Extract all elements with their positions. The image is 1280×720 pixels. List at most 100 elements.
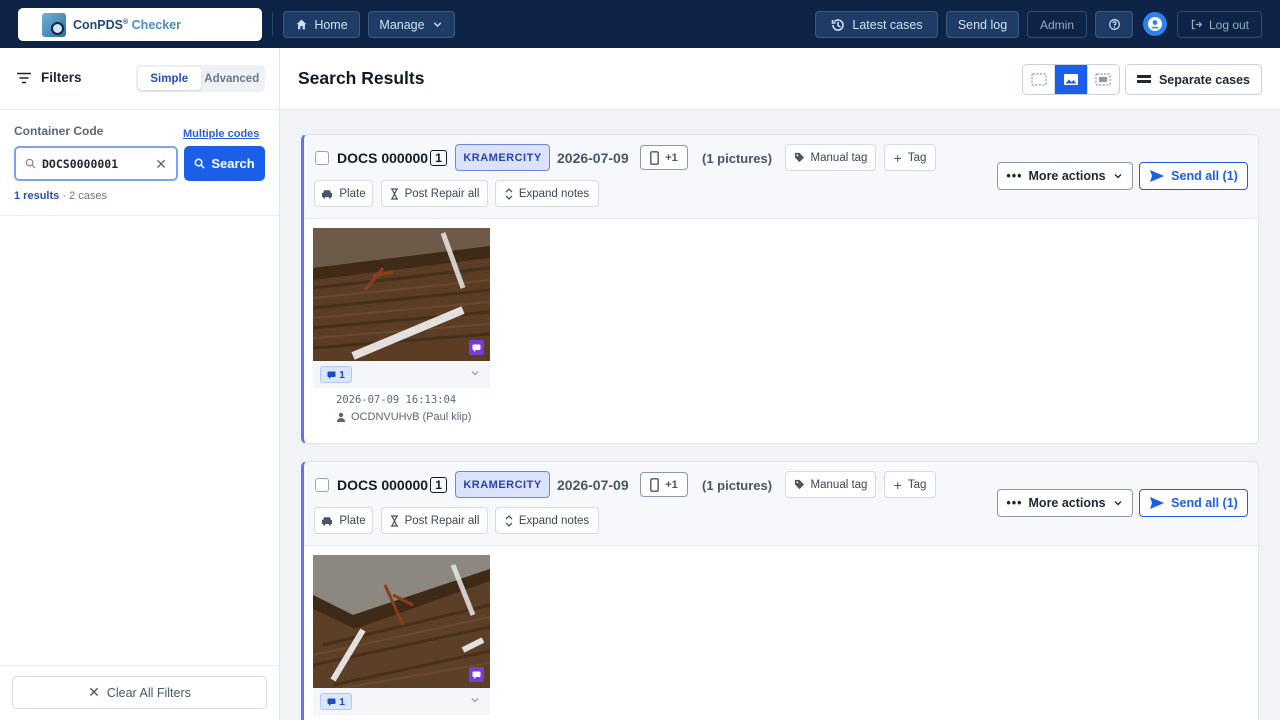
- case-card-header: DOCS 000000 1 KRAMERCITY 2026-07-09 +1 (…: [304, 135, 1258, 219]
- logout-button[interactable]: Log out: [1177, 11, 1262, 38]
- case-photo[interactable]: [313, 228, 490, 361]
- notes-count-pill[interactable]: 1: [320, 693, 352, 710]
- case-photo[interactable]: [313, 555, 490, 688]
- separate-cases-button[interactable]: Separate cases: [1125, 64, 1262, 95]
- history-icon: [832, 18, 845, 31]
- device-count: +1: [665, 478, 678, 491]
- mode-simple-tab[interactable]: Simple: [138, 67, 201, 90]
- latest-cases-label: Latest cases: [852, 17, 923, 32]
- add-tag-button[interactable]: + Tag: [884, 144, 936, 171]
- sidebar-footer: ✕ Clear All Filters: [0, 665, 279, 720]
- manual-tag-label: Manual tag: [810, 151, 868, 164]
- multiple-codes-link[interactable]: Multiple codes: [183, 128, 259, 140]
- manual-tag-button[interactable]: Manual tag: [785, 471, 876, 498]
- separate-cases-label: Separate cases: [1158, 72, 1251, 87]
- filters-header: Filters Simple Advanced: [0, 48, 279, 110]
- clear-input-icon[interactable]: ✕: [155, 156, 167, 173]
- case-card: DOCS 000000 1 KRAMERCITY 2026-07-09 +1 (…: [301, 134, 1259, 444]
- device-chip[interactable]: +1: [640, 472, 688, 497]
- city-tag[interactable]: KRAMERCITY: [455, 471, 550, 498]
- app-logo[interactable]: ConPDS® Checker: [18, 8, 262, 41]
- home-button[interactable]: Home: [283, 11, 360, 38]
- view-images-button[interactable]: [1055, 65, 1088, 94]
- filters-title-label: Filters: [41, 70, 82, 85]
- tag-icon: [794, 479, 804, 490]
- user-avatar[interactable]: [1143, 12, 1167, 36]
- city-tag[interactable]: KRAMERCITY: [455, 144, 550, 171]
- more-actions-button[interactable]: ••• More actions: [997, 489, 1133, 517]
- plate-button[interactable]: Plate: [314, 507, 373, 534]
- chevron-down-icon: [1114, 501, 1122, 506]
- search-icon: [25, 158, 36, 169]
- container-code-input[interactable]: [42, 156, 142, 171]
- hourglass-icon: [390, 187, 398, 200]
- plus-icon: +: [893, 476, 902, 493]
- logo-mark-icon: [42, 12, 66, 37]
- send-all-label: Send all (1): [1171, 169, 1238, 183]
- sidebar-divider: [0, 215, 279, 216]
- top-bar: ConPDS® Checker Home Manage Latest cases…: [0, 0, 1280, 48]
- device-chip[interactable]: +1: [640, 145, 688, 170]
- results-scrollbar[interactable]: [1270, 110, 1280, 720]
- admin-label: Admin: [1039, 17, 1074, 32]
- chevron-down-icon[interactable]: [469, 694, 481, 706]
- case-card: DOCS 000000 1 KRAMERCITY 2026-07-09 +1 (…: [301, 461, 1259, 720]
- comment-badge-icon: [469, 667, 484, 682]
- send-log-button[interactable]: Send log: [946, 11, 1019, 38]
- case-code-check-digit: 1: [430, 150, 448, 166]
- expand-notes-button[interactable]: Expand notes: [495, 180, 599, 207]
- container-code-search-field[interactable]: ✕: [14, 146, 178, 181]
- admin-button[interactable]: Admin: [1027, 11, 1087, 38]
- latest-cases-button[interactable]: Latest cases: [815, 11, 938, 38]
- rusty-wood-photo: [313, 228, 490, 361]
- manage-label: Manage: [379, 17, 425, 32]
- filter-mode-toggle: Simple Advanced: [136, 65, 265, 92]
- clear-all-label: Clear All Filters: [106, 685, 191, 700]
- add-tag-button[interactable]: + Tag: [884, 471, 936, 498]
- separator-icon: [1136, 74, 1151, 83]
- device-count: +1: [665, 151, 678, 164]
- view-compact-button[interactable]: [1023, 65, 1056, 94]
- mode-advanced-tab[interactable]: Advanced: [201, 67, 264, 90]
- help-button[interactable]: [1095, 11, 1133, 38]
- send-all-button[interactable]: Send all (1): [1139, 162, 1248, 190]
- expand-notes-button[interactable]: Expand notes: [495, 507, 599, 534]
- more-actions-button[interactable]: ••• More actions: [997, 162, 1133, 190]
- rusty-corner-photo: [313, 555, 490, 688]
- plate-button[interactable]: Plate: [314, 180, 373, 207]
- send-all-button[interactable]: Send all (1): [1139, 489, 1248, 517]
- notes-count-pill[interactable]: 1: [320, 366, 352, 383]
- expand-vertical-icon: [505, 187, 513, 200]
- home-icon: [296, 19, 307, 30]
- results-count: 1 results: [14, 190, 60, 202]
- case-select-checkbox[interactable]: [315, 478, 329, 492]
- post-repair-all-button[interactable]: Post Repair all: [381, 507, 488, 534]
- home-label: Home: [314, 17, 348, 32]
- plate-label: Plate: [339, 514, 366, 527]
- manual-tag-label: Manual tag: [810, 478, 868, 491]
- image-icon: [1063, 74, 1078, 85]
- search-button-label: Search: [211, 156, 255, 171]
- search-button[interactable]: Search: [184, 146, 265, 181]
- results-cases: · 2 cases: [62, 190, 107, 202]
- send-icon: [1150, 170, 1165, 182]
- manage-menu-button[interactable]: Manage: [368, 11, 455, 38]
- case-select-checkbox[interactable]: [315, 151, 329, 165]
- clear-all-filters-button[interactable]: ✕ Clear All Filters: [12, 676, 267, 709]
- case-code: DOCS 000000 1: [337, 477, 448, 493]
- view-detailed-button[interactable]: [1088, 65, 1119, 94]
- chevron-down-icon[interactable]: [469, 367, 481, 379]
- case-date: 2026-07-09: [557, 477, 629, 493]
- notes-count: 1: [339, 368, 345, 381]
- post-repair-all-button[interactable]: Post Repair all: [381, 180, 488, 207]
- help-icon: [1108, 19, 1120, 30]
- manual-tag-button[interactable]: Manual tag: [785, 144, 876, 171]
- case-date: 2026-07-09: [557, 150, 629, 166]
- add-tag-label: Tag: [907, 478, 927, 491]
- photo-author: OCDNVUHvB (Paul klip): [336, 411, 471, 423]
- expand-notes-label: Expand notes: [518, 187, 590, 200]
- dots-icon: •••: [1006, 496, 1023, 510]
- send-icon: [1150, 497, 1165, 509]
- plus-icon: +: [893, 149, 902, 166]
- comment-icon: [327, 371, 336, 379]
